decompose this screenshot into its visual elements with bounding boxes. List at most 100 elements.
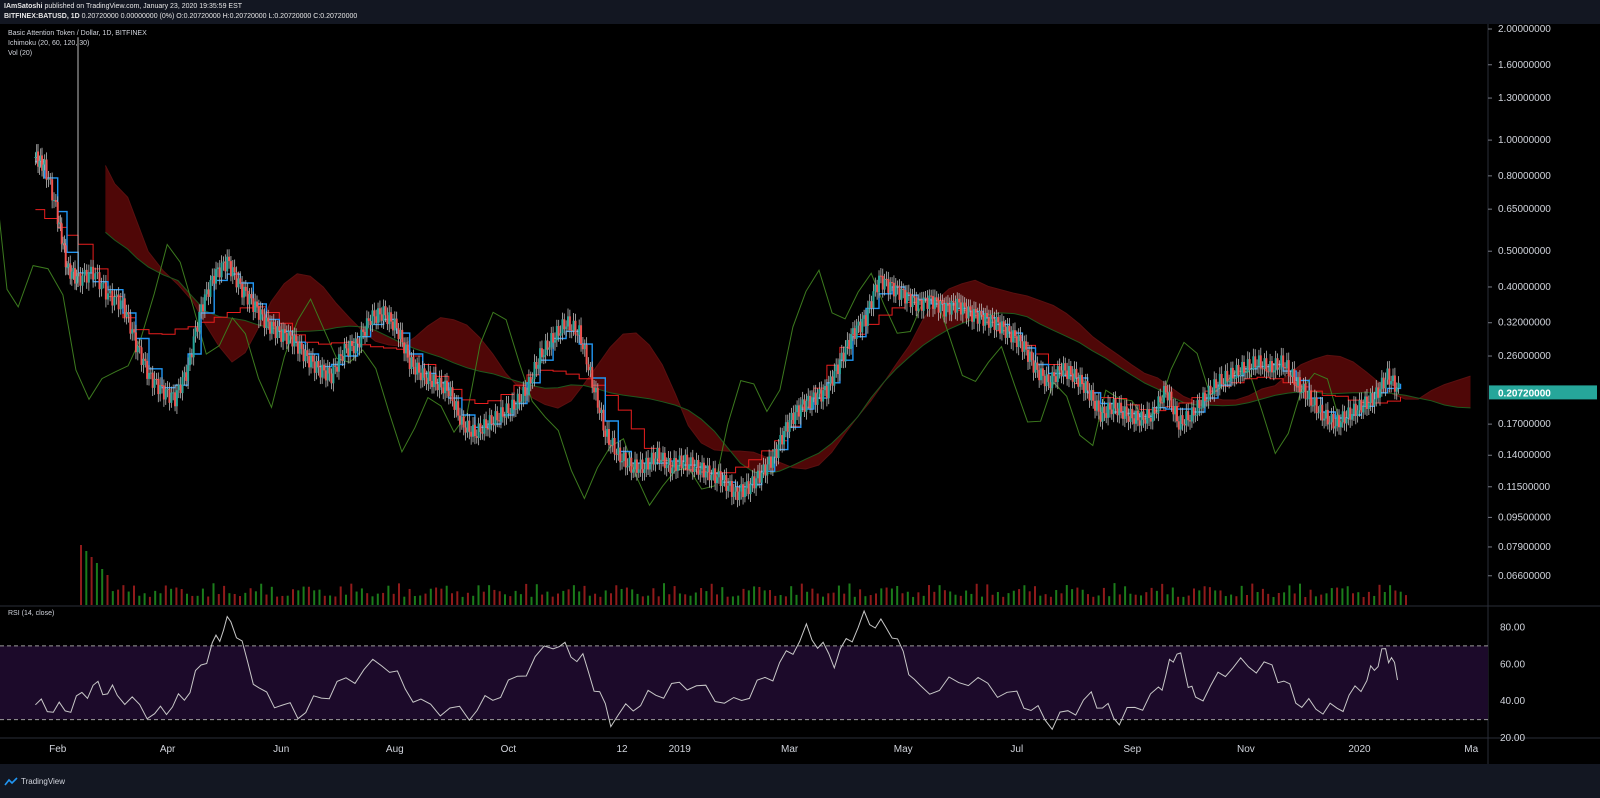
time-tick-label: Oct	[501, 744, 517, 755]
candle-body	[479, 423, 482, 433]
volume-legend[interactable]: Vol (20)	[8, 50, 32, 57]
volume-bar	[1367, 591, 1370, 605]
volume-bar	[270, 586, 273, 605]
candle-body	[611, 438, 614, 446]
volume-bar	[313, 590, 316, 605]
candle-body	[295, 335, 298, 342]
candle-body	[1313, 397, 1316, 406]
candle-body	[429, 371, 432, 381]
footer-brand[interactable]: TradingView	[4, 777, 65, 786]
candle-body	[205, 289, 208, 295]
candle-body	[1378, 389, 1381, 398]
candle-body	[1161, 402, 1164, 404]
candle-body	[999, 322, 1002, 334]
candle-body	[749, 484, 752, 495]
volume-bar	[207, 596, 210, 605]
candle-body	[254, 301, 257, 312]
volume-bar	[1034, 586, 1036, 605]
candle-body	[984, 312, 987, 326]
candle-body	[1252, 356, 1255, 370]
volume-bar	[1394, 590, 1397, 605]
candle-body	[894, 285, 897, 297]
candle-body	[412, 357, 415, 367]
candle-body	[1079, 374, 1082, 387]
volume-bar	[747, 590, 750, 605]
candle-body	[1207, 385, 1210, 401]
candle-body	[146, 360, 149, 379]
author-name[interactable]: IAmSatoshi	[4, 3, 43, 10]
candle-body	[425, 377, 428, 385]
candle-body	[827, 383, 830, 399]
candle-body	[390, 312, 393, 322]
candle-body	[807, 395, 810, 401]
candle-body	[1000, 321, 1003, 334]
volume-bar	[1288, 585, 1291, 605]
candle-body	[1177, 421, 1180, 430]
volume-bar	[1203, 586, 1206, 605]
candle-body	[356, 338, 359, 344]
volume-bar	[620, 588, 623, 605]
candle-body	[881, 275, 884, 290]
rsi-tick-label: 40.00	[1500, 696, 1525, 707]
candle-body	[499, 407, 502, 422]
candle-body	[568, 316, 571, 331]
candle-body	[190, 354, 193, 358]
chart-area[interactable]: 2.00000000 1.60000000 1.30000000 1.00000000…	[0, 24, 1600, 784]
candle-body	[652, 452, 655, 465]
candle-body	[100, 282, 103, 290]
candle-body	[838, 359, 841, 375]
candle-body	[1397, 382, 1400, 389]
candle-body	[311, 355, 314, 362]
ichimoku-legend[interactable]: Ichimoku (20, 60, 120, 30)	[8, 40, 89, 47]
candle-body	[1121, 412, 1124, 419]
candle-body	[159, 385, 162, 395]
volume-bar	[859, 589, 862, 605]
candle-body	[1261, 368, 1264, 370]
volume-bar	[164, 585, 167, 605]
candle-body	[1297, 377, 1300, 386]
candle-body	[133, 329, 136, 333]
candle-body	[161, 385, 164, 387]
candle-body	[188, 354, 191, 366]
candle-body	[503, 416, 506, 418]
candle-body	[302, 348, 305, 362]
volume-bar	[1171, 587, 1174, 605]
candle-body	[406, 344, 409, 358]
candle-body	[661, 452, 664, 461]
volume-bar	[95, 563, 98, 605]
volume-bar	[1256, 592, 1259, 605]
candle-body	[49, 178, 52, 180]
candle-body	[136, 345, 139, 353]
candle-body	[131, 329, 134, 334]
candle-body	[265, 317, 268, 328]
candle-body	[488, 415, 491, 430]
candle-body	[576, 334, 579, 336]
chart-title: Basic Attention Token / Dollar, 1D, BITF…	[8, 30, 147, 37]
candle-body	[593, 387, 596, 393]
candle-body	[56, 201, 59, 225]
rsi-legend[interactable]: RSI (14, close)	[8, 610, 54, 617]
candle-body	[803, 399, 806, 412]
candle-body	[1233, 378, 1236, 380]
candle-body	[1077, 377, 1080, 387]
candle-body	[323, 364, 326, 371]
candle-body	[401, 329, 404, 343]
candle-body	[570, 330, 573, 332]
candle-body	[304, 350, 307, 362]
volume-bar	[244, 592, 247, 605]
volume-bar	[1198, 590, 1201, 605]
volume-bar	[700, 588, 703, 605]
candle-body	[466, 420, 469, 433]
volume-bar	[1346, 586, 1349, 605]
candle-body	[740, 484, 743, 492]
candle-body	[1332, 413, 1335, 429]
candle-body	[391, 321, 394, 331]
candle-body	[797, 405, 800, 417]
candle-body	[505, 403, 508, 418]
volume-bar	[1272, 596, 1275, 605]
candle-body	[982, 314, 985, 326]
candle-body	[492, 424, 495, 426]
candle-body	[328, 367, 331, 374]
candle-body	[581, 343, 584, 350]
chart-svg[interactable]: 2.00000000 1.60000000 1.30000000 1.00000000…	[0, 24, 1600, 764]
